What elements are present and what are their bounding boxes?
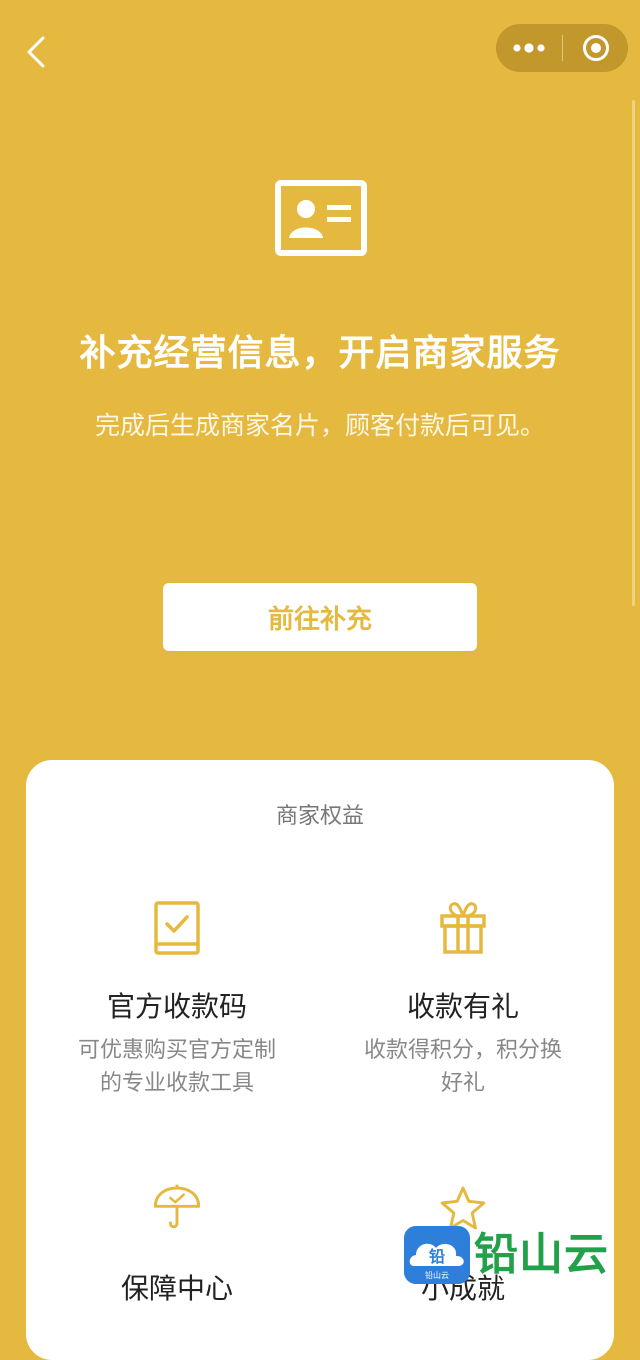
watermark-text: 铅山云 bbox=[474, 1229, 609, 1280]
page-headline: 补充经营信息，开启商家服务 bbox=[79, 333, 561, 374]
target-circle-icon bbox=[582, 35, 609, 61]
umbrella-check-icon bbox=[153, 1184, 201, 1229]
gift-icon bbox=[440, 902, 486, 954]
watermark-logo-caption: 铅山云 bbox=[425, 1270, 449, 1280]
chevron-left-icon bbox=[27, 36, 45, 68]
benefit-name: 官方收款码 bbox=[106, 990, 247, 1023]
more-button[interactable] bbox=[496, 24, 562, 72]
benefits-title: 商家权益 bbox=[275, 804, 364, 829]
page-subtitle: 完成后生成商家名片，顾客付款后可见。 bbox=[94, 411, 545, 440]
top-nav-bar bbox=[0, 0, 640, 100]
benefit-name: 收款有礼 bbox=[406, 990, 519, 1023]
id-card-icon bbox=[275, 180, 367, 256]
mini-program-capsule bbox=[496, 24, 628, 72]
more-dots-icon bbox=[513, 43, 545, 53]
watermark: 铅 铅山云 铅山云 bbox=[404, 1226, 624, 1286]
close-mini-program-button[interactable] bbox=[563, 24, 628, 72]
back-button[interactable] bbox=[16, 30, 56, 74]
benefit-desc: 收款得积分，积分换好礼 bbox=[363, 1038, 562, 1096]
qr-book-check-icon bbox=[154, 901, 200, 955]
go-supplement-button[interactable]: 前往补充 bbox=[163, 583, 477, 651]
benefit-desc: 可优惠购买官方定制的专业收款工具 bbox=[77, 1038, 276, 1096]
watermark-logo: 铅 铅山云 bbox=[404, 1226, 470, 1284]
benefit-name: 保障中心 bbox=[120, 1272, 233, 1305]
watermark-logo-glyph: 铅 bbox=[429, 1247, 445, 1266]
